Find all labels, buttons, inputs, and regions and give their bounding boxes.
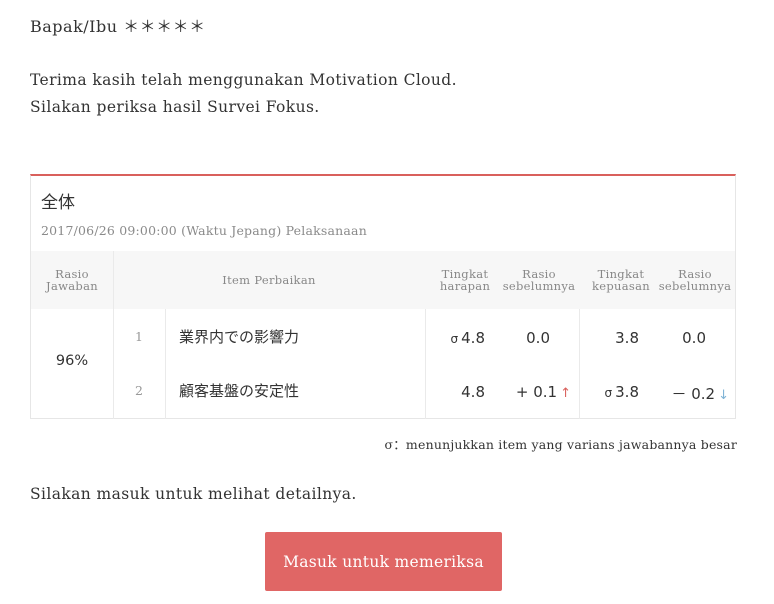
- table-row-previous-expectation: 0.0: [526, 329, 550, 347]
- table-row-item-name: 業界内での影響力: [179, 328, 300, 346]
- sigma-marker: σ: [450, 332, 459, 346]
- response-rate-value: 96%: [55, 353, 89, 369]
- survey-result-card: 全体 2017/06/26 09:00:00 (Waktu Jepang) Pe…: [30, 174, 736, 419]
- greeting-text: Bapak/Ibu ＊＊＊＊＊: [30, 17, 206, 36]
- table-row-previous-satisfaction: 0.0: [682, 329, 706, 347]
- variance-note: σ：menunjukkan item yang varians jawabann…: [384, 437, 737, 452]
- intro-text: Terima kasih telah menggunakan Motivatio…: [30, 67, 457, 121]
- table-row-item-name: 顧客基盤の安定性: [179, 382, 300, 400]
- table-row-expectation: σ 4.8: [450, 329, 485, 347]
- sigma-marker: σ: [604, 386, 613, 400]
- login-button[interactable]: Masuk untuk memeriksa: [265, 532, 502, 591]
- divider: [579, 309, 580, 419]
- intro-line-1: Terima kasih telah menggunakan Motivatio…: [30, 71, 457, 89]
- header-previous-satisfaction: Rasio sebelumnya: [658, 267, 732, 293]
- divider: [113, 251, 114, 419]
- table-row-satisfaction: 3.8: [615, 329, 639, 347]
- header-previous-expectation: Rasio sebelumnya: [502, 267, 576, 293]
- card-title: 全体: [41, 193, 75, 213]
- header-expectation: Tingkat harapan: [439, 267, 491, 293]
- header-response-rate: Rasio Jawaban: [46, 267, 98, 293]
- divider: [425, 309, 426, 419]
- table-row-number: 2: [135, 383, 143, 398]
- intro-line-2: Silakan periksa hasil Survei Fokus.: [30, 98, 320, 116]
- login-prompt-text: Silakan masuk untuk melihat detailnya.: [30, 485, 357, 503]
- header-satisfaction: Tingkat kepuasan: [592, 267, 650, 293]
- arrow-up-icon: ↑: [560, 386, 571, 401]
- header-improvement-item: Item Perbaikan: [222, 273, 316, 287]
- table-row-previous-expectation: + 0.1 ↑: [515, 383, 571, 401]
- table-row-number: 1: [135, 329, 143, 344]
- divider: [165, 309, 166, 419]
- table-row-expectation: 4.8: [461, 383, 485, 401]
- table-header: Rasio Jawaban Item Perbaikan Tingkat harap…: [31, 251, 735, 309]
- arrow-down-icon: ↓: [718, 388, 729, 403]
- table-row-satisfaction: σ 3.8: [604, 383, 639, 401]
- survey-date: 2017/06/26 09:00:00 (Waktu Jepang) Pelak…: [41, 223, 367, 238]
- table-row-previous-satisfaction: － 0.2 ↓: [671, 385, 729, 403]
